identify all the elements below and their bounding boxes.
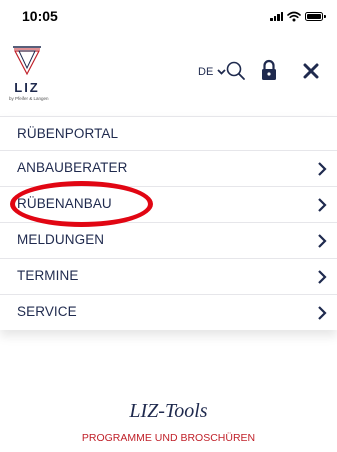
chevron-right-icon <box>318 306 327 320</box>
main-menu: RÜBENPORTAL ANBAUBERATER RÜBENANBAU MELD… <box>0 116 337 330</box>
signal-icon <box>270 11 283 21</box>
menu-item-service[interactable]: SERVICE <box>0 294 337 330</box>
status-icons <box>270 9 326 23</box>
lock-icon[interactable] <box>260 59 278 81</box>
search-icon[interactable] <box>225 60 247 82</box>
chevron-right-icon <box>318 270 327 284</box>
language-selector[interactable]: DE <box>198 66 226 78</box>
chevron-right-icon <box>318 162 327 176</box>
liz-logo[interactable]: LIZ by Pfeifer & Langen <box>9 44 69 106</box>
menu-item-meldungen[interactable]: MELDUNGEN <box>0 222 337 258</box>
menu-item-label: TERMINE <box>17 268 79 283</box>
site-header: LIZ by Pfeifer & Langen DE <box>0 36 337 116</box>
menu-item-termine[interactable]: TERMINE <box>0 258 337 294</box>
wifi-icon <box>287 11 301 21</box>
logo-subtitle: by Pfeifer & Langen <box>9 96 49 101</box>
menu-item-label: SERVICE <box>17 304 77 319</box>
chevron-right-icon <box>318 234 327 248</box>
menu-item-label: RÜBENPORTAL <box>17 126 119 141</box>
menu-item-label: MELDUNGEN <box>17 232 105 247</box>
battery-icon <box>305 11 326 21</box>
language-label: DE <box>198 66 214 78</box>
menu-item-label: ANBAUBERATER <box>17 160 128 175</box>
close-icon[interactable] <box>303 63 319 79</box>
menu-item-rubenanbau[interactable]: RÜBENANBAU <box>0 186 337 222</box>
status-bar: 10:05 <box>0 0 337 36</box>
menu-item-anbauberater[interactable]: ANBAUBERATER <box>0 150 337 186</box>
chevron-right-icon <box>318 198 327 212</box>
logo-triangle-icon <box>13 46 41 76</box>
logo-text: LIZ <box>14 80 40 95</box>
section-subtitle[interactable]: PROGRAMME UND BROSCHÜREN <box>0 432 337 444</box>
section-title: LIZ-Tools <box>129 400 208 422</box>
menu-item-rubenportal[interactable]: RÜBENPORTAL <box>0 116 337 150</box>
menu-item-label: RÜBENANBAU <box>17 196 112 211</box>
status-time: 10:05 <box>22 8 58 24</box>
